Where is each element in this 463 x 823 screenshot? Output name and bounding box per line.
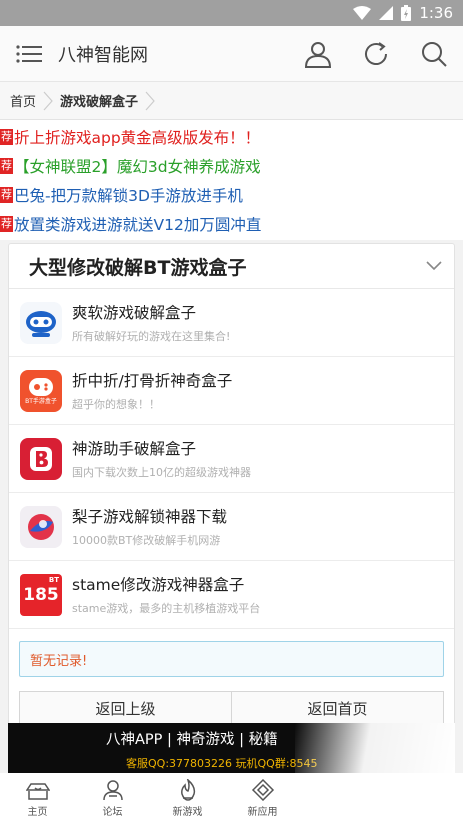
breadcrumb-home[interactable]: 首页 bbox=[10, 91, 36, 110]
promo-text: 巴兔-把万款解锁3D手游放进手机 bbox=[14, 186, 243, 205]
promo-banner[interactable]: 八神APP | 神奇游戏 | 秘籍 客服QQ:377803226 玩机QQ群:8… bbox=[8, 723, 455, 773]
list-item[interactable]: 爽软游戏破解盒子 所有破解好玩的游戏在这里集合! bbox=[9, 289, 454, 357]
recommend-badge: 荐 bbox=[0, 215, 13, 232]
item-name: stame修改游戏神器盒子 bbox=[72, 576, 245, 594]
promo-text: 【女神联盟2】魔幻3d女神养成游戏 bbox=[14, 157, 261, 176]
tab-home[interactable]: 主页 bbox=[0, 773, 75, 823]
logo-caption: BT手游盒子 bbox=[25, 397, 57, 405]
item-desc: 国内下载次数上10亿的超级游戏神器 bbox=[72, 466, 251, 479]
tab-new-games[interactable]: 新游戏 bbox=[150, 773, 225, 823]
promo-link[interactable]: 荐 放置类游戏进游就送V12加万圆冲直 bbox=[0, 209, 463, 238]
item-text: 爽软游戏破解盒子 所有破解好玩的游戏在这里集合! bbox=[72, 301, 230, 344]
back-button[interactable]: 返回上级 bbox=[19, 691, 232, 725]
app-logo-icon bbox=[20, 437, 62, 480]
diamond-icon bbox=[251, 778, 274, 801]
section-header[interactable]: 大型修改破解BT游戏盒子 bbox=[9, 244, 454, 289]
person-icon bbox=[102, 779, 123, 800]
game-box-section: 大型修改破解BT游戏盒子 爽软游戏破解盒子 所有破解好玩的游戏在这里集合! BT… bbox=[8, 243, 455, 733]
recommend-badge: 荐 bbox=[0, 186, 13, 203]
breadcrumb: 首页 游戏破解盒子 bbox=[0, 82, 463, 120]
item-name: 爽软游戏破解盒子 bbox=[72, 304, 197, 322]
promo-link[interactable]: 荐 巴兔-把万款解锁3D手游放进手机 bbox=[0, 180, 463, 209]
item-text: 梨子游戏解锁神器下载 10000款BT修改破解手机网游 bbox=[72, 505, 227, 548]
banner-glare bbox=[295, 723, 455, 773]
logo-number: 185 bbox=[23, 584, 59, 605]
breadcrumb-current[interactable]: 游戏破解盒子 bbox=[60, 91, 138, 110]
list-item[interactable]: 神游助手破解盒子 国内下载次数上10亿的超级游戏神器 bbox=[9, 425, 454, 493]
list-item[interactable]: BT 185 stame修改游戏神器盒子 stame游戏，最多的主机移植游戏平台 bbox=[9, 561, 454, 629]
item-name: 折中折/打骨折神奇盒子 bbox=[72, 372, 233, 390]
user-icon[interactable] bbox=[301, 37, 335, 71]
promo-list: 荐 折上折游戏app黄金高级版发布！！ 荐 【女神联盟2】魔幻3d女神养成游戏 … bbox=[0, 120, 463, 240]
app-logo-icon: BT手游盒子 bbox=[20, 369, 62, 412]
tab-forum[interactable]: 论坛 bbox=[75, 773, 150, 823]
site-title: 八神智能网 bbox=[58, 44, 148, 66]
recommend-badge: 荐 bbox=[0, 128, 13, 145]
tab-new-apps[interactable]: 新应用 bbox=[225, 773, 300, 823]
menu-icon[interactable] bbox=[16, 44, 42, 64]
bottom-tab-bar: 主页 论坛 新游戏 新应用 bbox=[0, 773, 463, 823]
item-desc: stame游戏，最多的主机移植游戏平台 bbox=[72, 602, 261, 615]
promo-text: 放置类游戏进游就送V12加万圆冲直 bbox=[14, 215, 262, 234]
item-text: 神游助手破解盒子 国内下载次数上10亿的超级游戏神器 bbox=[72, 437, 251, 480]
item-desc: 超乎你的想象！！ bbox=[72, 398, 160, 411]
refresh-icon[interactable] bbox=[359, 37, 393, 71]
chevron-right-icon bbox=[145, 91, 155, 110]
banner-headline: 八神APP | 神奇游戏 | 秘籍 bbox=[106, 732, 278, 748]
nav-buttons: 返回上级 返回首页 bbox=[19, 691, 444, 725]
search-icon[interactable] bbox=[417, 37, 451, 71]
recommend-badge: 荐 bbox=[0, 157, 13, 174]
item-desc: 10000款BT修改破解手机网游 bbox=[72, 534, 221, 547]
wifi-icon bbox=[353, 6, 372, 20]
signal-icon bbox=[379, 6, 394, 20]
list-item[interactable]: 梨子游戏解锁神器下载 10000款BT修改破解手机网游 bbox=[9, 493, 454, 561]
status-time: 1:36 bbox=[419, 4, 453, 22]
app-header: 八神智能网 bbox=[0, 26, 463, 82]
tab-label: 论坛 bbox=[102, 806, 123, 818]
home-icon bbox=[25, 782, 50, 800]
app-logo-icon bbox=[20, 505, 62, 548]
promo-text: 折上折游戏app黄金高级版发布！！ bbox=[14, 128, 261, 147]
promo-link[interactable]: 荐 折上折游戏app黄金高级版发布！！ bbox=[0, 122, 463, 151]
empty-record-notice: 暂无记录! bbox=[19, 641, 444, 677]
tab-label: 新应用 bbox=[247, 806, 278, 818]
status-bar: 1:36 bbox=[0, 0, 463, 26]
app-logo-icon: BT 185 bbox=[20, 573, 62, 616]
item-text: stame修改游戏神器盒子 stame游戏，最多的主机移植游戏平台 bbox=[72, 573, 260, 616]
list-item[interactable]: BT手游盒子 折中折/打骨折神奇盒子 超乎你的想象！！ bbox=[9, 357, 454, 425]
banner-contact: 客服QQ:377803226 玩机QQ群:8545 bbox=[126, 757, 318, 770]
section-title: 大型修改破解BT游戏盒子 bbox=[29, 256, 247, 279]
promo-link[interactable]: 荐 【女神联盟2】魔幻3d女神养成游戏 bbox=[0, 151, 463, 180]
tab-label: 主页 bbox=[27, 806, 48, 818]
logo-badge: BT bbox=[48, 575, 59, 584]
flame-icon bbox=[180, 778, 195, 801]
chevron-right-icon bbox=[43, 91, 53, 110]
item-text: 折中折/打骨折神奇盒子 超乎你的想象！！ bbox=[72, 369, 232, 412]
item-name: 梨子游戏解锁神器下载 bbox=[72, 508, 228, 526]
battery-icon bbox=[401, 5, 412, 21]
app-logo-icon bbox=[20, 301, 62, 344]
tab-label: 新游戏 bbox=[172, 806, 203, 818]
home-button[interactable]: 返回首页 bbox=[232, 691, 444, 725]
item-name: 神游助手破解盒子 bbox=[72, 440, 197, 458]
item-desc: 所有破解好玩的游戏在这里集合! bbox=[72, 330, 231, 343]
chevron-down-icon[interactable] bbox=[418, 250, 450, 282]
